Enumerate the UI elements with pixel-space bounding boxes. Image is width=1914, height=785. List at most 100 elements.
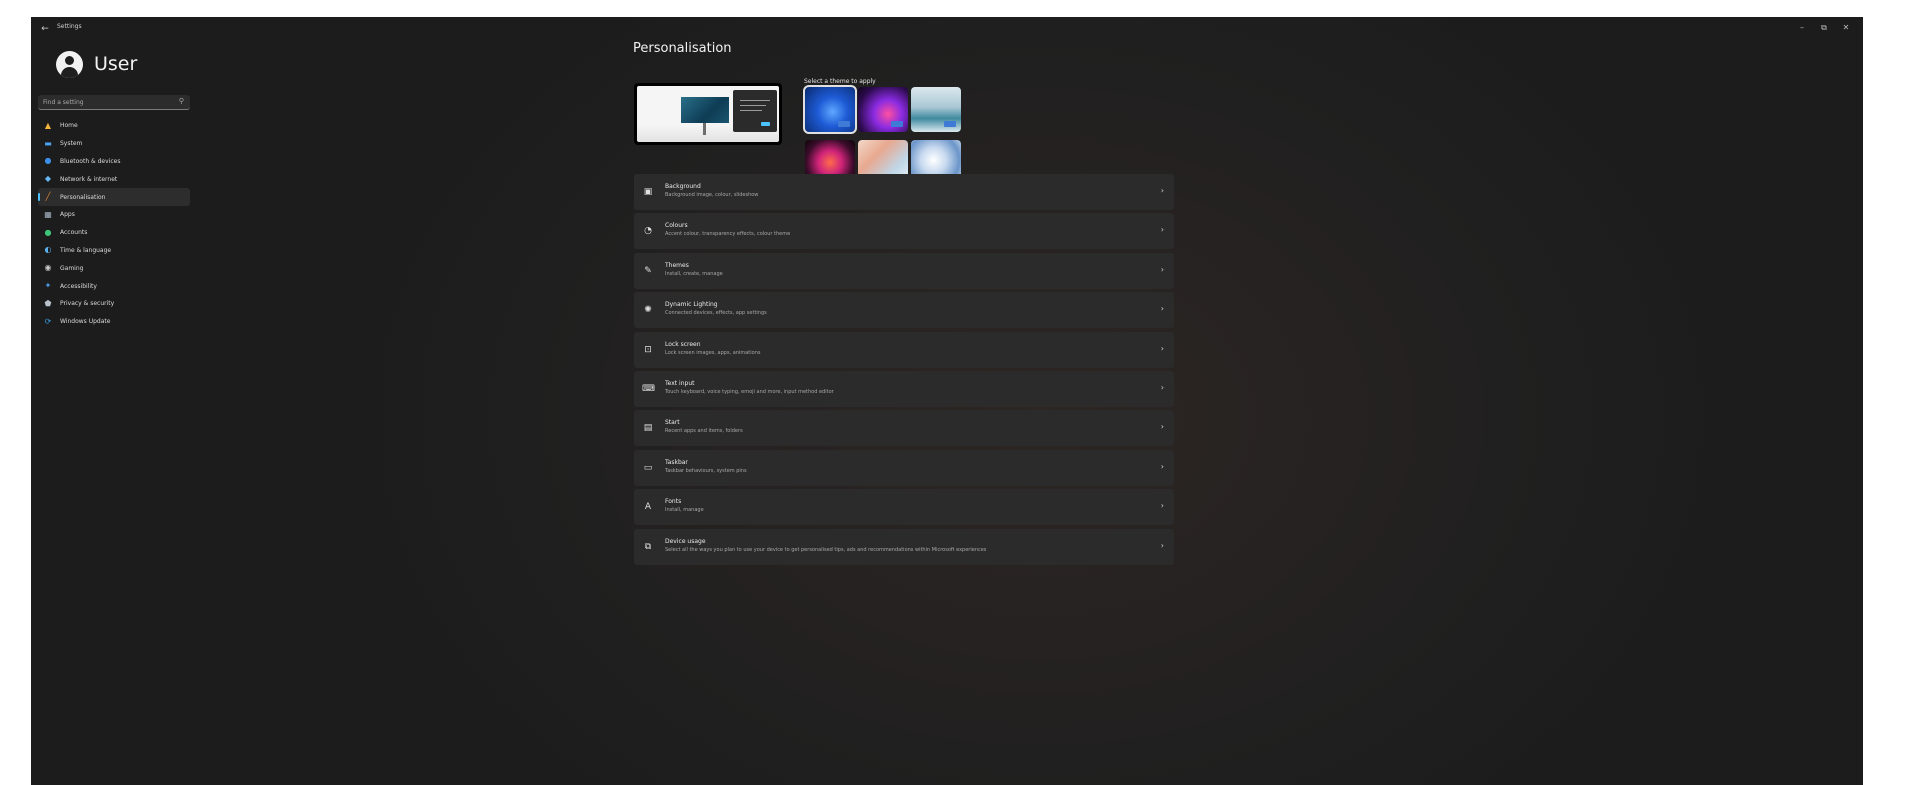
preview-accent-button [761, 122, 770, 126]
maximize-button[interactable]: ⧉ [1815, 20, 1833, 36]
sidebar-item-time-language[interactable]: ◐ Time & language [38, 242, 190, 260]
chevron-right-icon: › [1160, 461, 1164, 471]
sidebar-item-label: Bluetooth & devices [60, 157, 121, 165]
theme-preview-screen [637, 86, 779, 142]
keyboard-icon: ⌨ [642, 383, 655, 394]
theme-tile-accent [838, 121, 850, 127]
gaming-icon: ◉ [44, 263, 52, 273]
chevron-right-icon: › [1160, 225, 1164, 235]
background-image-icon: ▣ [643, 187, 653, 197]
setting-row-start[interactable]: ▤ Start Recent apps and items, folders › [634, 410, 1174, 447]
chevron-right-icon: › [1160, 501, 1164, 511]
preview-text-line [740, 110, 762, 111]
sidebar-item-accounts[interactable]: ● Accounts [38, 224, 190, 242]
sidebar-item-label: System [60, 140, 83, 148]
theme-tile-windows-light-bloom[interactable] [803, 85, 857, 134]
settings-list: ▣ Background Background image, colour, sli… [634, 174, 1174, 568]
accounts-icon: ● [44, 227, 52, 237]
minimize-button[interactable]: – [1793, 20, 1811, 36]
theme-tile-windows-dark-glow[interactable] [858, 87, 908, 132]
search-icon[interactable]: ⚲ [179, 97, 184, 105]
shield-icon: ⬟ [44, 298, 52, 308]
setting-row-colours[interactable]: ◔ Colours Accent colour, transparency effe… [634, 213, 1174, 250]
restore-icon: ⧉ [1821, 23, 1827, 32]
setting-description: Accent colour, transparency effects, col… [665, 231, 791, 238]
apps-icon: ▦ [44, 209, 52, 219]
sidebar-item-personalisation[interactable]: ╱ Personalisation [38, 188, 190, 206]
window-title: Settings [57, 23, 82, 30]
setting-description: Connected devices, effects, app settings [665, 310, 767, 317]
lighting-icon: ✺ [644, 305, 652, 316]
theme-tile-accent [944, 121, 956, 127]
title-bar: ← Settings – ⧉ ✕ [31, 17, 1863, 41]
close-icon: ✕ [1842, 23, 1850, 32]
chevron-right-icon: › [1160, 304, 1164, 314]
setting-title: Start [665, 419, 680, 427]
sidebar-item-windows-update[interactable]: ⟳ Windows Update [38, 313, 190, 331]
brush-icon: ✎ [644, 265, 652, 276]
settings-window: ← Settings – ⧉ ✕ User ⚲ ▲ Home ▬ System ● Blu… [31, 17, 1863, 785]
avatar [56, 50, 83, 78]
setting-title: Text input [665, 379, 695, 387]
user-name: User [94, 53, 138, 75]
preview-wallpaper-photo [681, 97, 729, 123]
lock-screen-icon: ⊡ [644, 344, 652, 355]
search-input[interactable] [43, 97, 163, 108]
setting-row-background[interactable]: ▣ Background Background image, colour, sli… [634, 174, 1174, 210]
setting-row-text-input[interactable]: ⌨ Text input Touch keyboard, voice typing,… [634, 370, 1174, 407]
user-profile[interactable]: User [56, 49, 137, 79]
fonts-icon: A [644, 502, 652, 513]
sidebar-item-home[interactable]: ▲ Home [38, 117, 190, 135]
back-button[interactable]: ← [37, 21, 53, 37]
sidebar-item-network-internet[interactable]: ◆ Network & internet [38, 170, 190, 188]
theme-tile-accent [891, 121, 903, 127]
sidebar-item-label: Time & language [60, 246, 112, 254]
sidebar-item-bluetooth-devices[interactable]: ● Bluetooth & devices [38, 153, 190, 171]
accessibility-icon: ✦ [44, 281, 52, 291]
sidebar-nav: ▲ Home ▬ System ● Bluetooth & devices ◆ Network… [38, 117, 190, 331]
setting-title: Lock screen [665, 340, 701, 348]
chevron-right-icon: › [1160, 343, 1164, 353]
sidebar-item-label: Apps [60, 211, 75, 219]
sidebar-item-privacy-security[interactable]: ⬟ Privacy & security [38, 295, 190, 313]
setting-row-taskbar[interactable]: ▭ Taskbar Taskbar behaviours, system pins › [634, 449, 1174, 486]
setting-title: Fonts [665, 498, 682, 506]
themes-label: Select a theme to apply [804, 78, 876, 85]
sidebar-item-system[interactable]: ▬ System [38, 135, 190, 153]
setting-title: Colours [665, 222, 688, 230]
globe-clock-icon: ◐ [44, 245, 52, 255]
palette-icon: ◔ [644, 226, 652, 237]
setting-row-lock-screen[interactable]: ⊡ Lock screen Lock screen images, apps, an… [634, 331, 1174, 368]
taskbar-icon: ▭ [643, 462, 653, 473]
windows-update-icon: ⟳ [44, 316, 52, 326]
search-box[interactable]: ⚲ [38, 95, 190, 110]
setting-row-device-usage[interactable]: ⧉ Device usage Select all the ways you pla… [634, 528, 1174, 565]
theme-tile-captured-motion[interactable] [911, 87, 961, 132]
minimize-icon: – [1800, 23, 1804, 32]
setting-description: Install, manage [665, 507, 704, 514]
setting-row-themes[interactable]: ✎ Themes Install, create, manage › [634, 252, 1174, 289]
page-title: Personalisation [633, 41, 732, 56]
sidebar-item-label: Accounts [60, 229, 88, 237]
sidebar-item-label: Personalisation [60, 193, 106, 201]
home-icon: ▲ [44, 120, 52, 130]
chevron-right-icon: › [1160, 264, 1164, 274]
chevron-right-icon: › [1160, 422, 1164, 432]
sidebar-item-apps[interactable]: ▦ Apps [38, 206, 190, 224]
network-icon: ◆ [44, 174, 52, 184]
setting-row-fonts[interactable]: A Fonts Install, manage › [634, 489, 1174, 526]
close-button[interactable]: ✕ [1837, 20, 1855, 36]
sidebar-item-accessibility[interactable]: ✦ Accessibility [38, 277, 190, 295]
sidebar-item-gaming[interactable]: ◉ Gaming [38, 259, 190, 277]
brush-icon: ╱ [45, 192, 51, 202]
setting-title: Device usage [665, 537, 706, 545]
preview-text-line [740, 100, 770, 101]
setting-row-dynamic-lighting[interactable]: ✺ Dynamic Lighting Connected devices, effe… [634, 292, 1174, 329]
setting-title: Themes [665, 261, 689, 269]
sidebar-item-label: Gaming [60, 264, 84, 272]
preview-text-line [740, 105, 766, 106]
setting-title: Background [665, 183, 701, 190]
setting-description: Lock screen images, apps, animations [665, 349, 761, 356]
chevron-right-icon: › [1160, 186, 1164, 195]
setting-description: Background image, colour, slideshow [665, 192, 759, 198]
